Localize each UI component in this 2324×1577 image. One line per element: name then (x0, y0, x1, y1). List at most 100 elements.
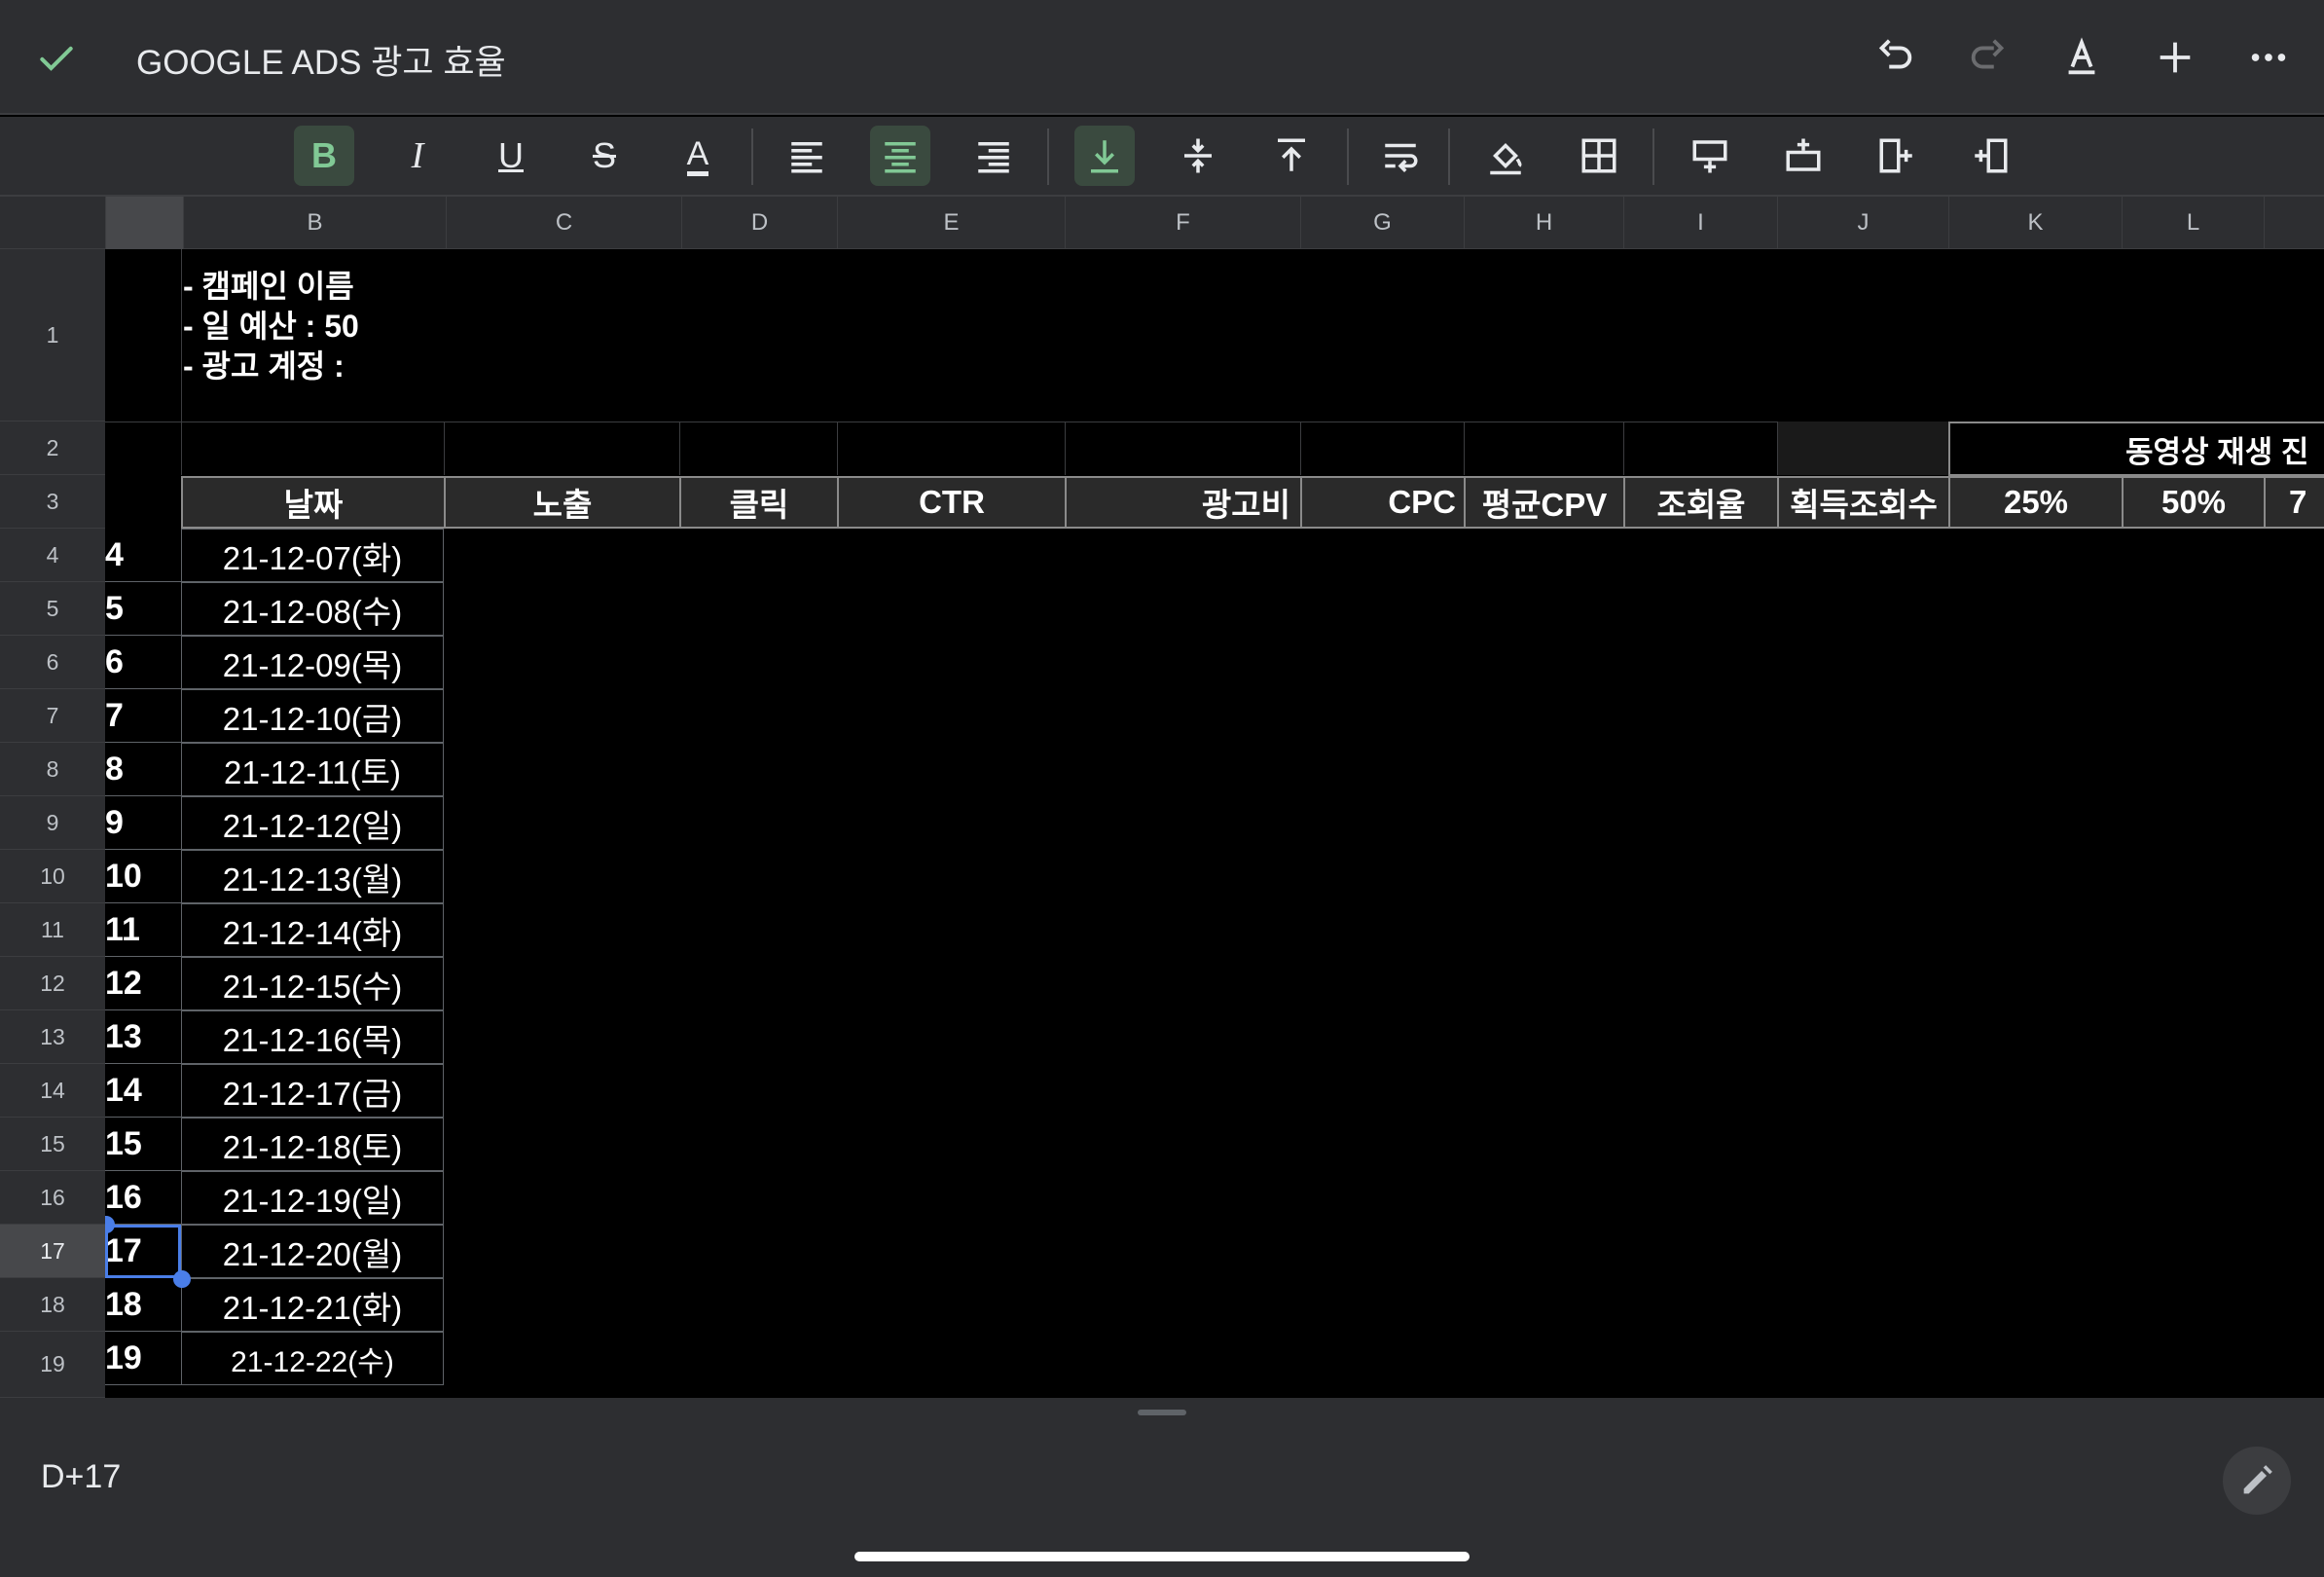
header-cell[interactable]: 평균CPV (1464, 476, 1625, 529)
row-header[interactable]: 7 (0, 689, 105, 743)
row-header[interactable]: 10 (0, 850, 105, 903)
column-header[interactable] (2264, 197, 2324, 249)
redo-icon[interactable] (1966, 35, 2011, 80)
column-header[interactable]: J (1777, 197, 1948, 249)
date-cell[interactable]: 21-12-11(토) (181, 743, 444, 796)
row-header[interactable]: 3 (0, 475, 105, 529)
row-header[interactable]: 13 (0, 1010, 105, 1064)
column-header[interactable]: F (1065, 197, 1300, 249)
date-cell[interactable]: 21-12-09(목) (181, 636, 444, 689)
date-cell[interactable]: 21-12-20(월) (181, 1225, 444, 1278)
row-header[interactable]: 4 (0, 529, 105, 582)
date-cell[interactable]: 21-12-13(월) (181, 850, 444, 903)
cell-a[interactable]: 6 (105, 636, 181, 689)
cell-a[interactable]: 9 (105, 796, 181, 850)
row-header[interactable]: 18 (0, 1278, 105, 1332)
date-cell[interactable]: 21-12-22(수) (181, 1332, 444, 1385)
more-icon[interactable] (2246, 35, 2291, 80)
add-icon[interactable] (2153, 35, 2197, 80)
column-header-a[interactable] (105, 197, 183, 249)
check-icon[interactable] (35, 37, 78, 80)
date-cell[interactable]: 21-12-16(목) (181, 1010, 444, 1064)
cell-a[interactable]: 13 (105, 1010, 181, 1064)
valign-top-button[interactable] (1261, 126, 1322, 186)
bold-button[interactable]: B (294, 126, 354, 186)
row-header[interactable]: 8 (0, 743, 105, 796)
header-cell[interactable]: 노출 (444, 476, 681, 529)
insert-col-left-button[interactable] (1867, 126, 1927, 186)
underline-button[interactable]: U (481, 126, 541, 186)
campaign-info-cell[interactable]: - 캠페인 이름 - 일 예산 : 50 - 광고 계정 : (183, 267, 378, 386)
row-header[interactable]: 2 (0, 422, 105, 475)
selection-handle-bottom[interactable] (173, 1270, 191, 1288)
date-cell[interactable]: 21-12-07(화) (181, 529, 444, 582)
group-header-cell[interactable]: 동영상 재생 진 (1948, 422, 2324, 476)
align-left-button[interactable] (777, 126, 837, 186)
undo-icon[interactable] (1872, 35, 1917, 80)
drag-handle[interactable] (1138, 1410, 1186, 1415)
row-header[interactable]: 1 (0, 249, 105, 422)
row-header[interactable]: 9 (0, 796, 105, 850)
align-right-button[interactable] (963, 126, 1024, 186)
cell-a[interactable]: 15 (105, 1118, 181, 1171)
row-header[interactable]: 12 (0, 957, 105, 1010)
date-cell[interactable]: 21-12-10(금) (181, 689, 444, 743)
cell-a[interactable]: 18 (105, 1278, 181, 1332)
insert-row-below-button[interactable] (1773, 126, 1834, 186)
date-cell[interactable]: 21-12-15(수) (181, 957, 444, 1010)
cell-a[interactable]: 7 (105, 689, 181, 743)
date-cell[interactable]: 21-12-18(토) (181, 1118, 444, 1171)
insert-col-right-button[interactable] (1960, 126, 2020, 186)
column-header[interactable]: B (183, 197, 446, 249)
row-header[interactable]: 16 (0, 1171, 105, 1225)
row-header[interactable]: 5 (0, 582, 105, 636)
row-header[interactable]: 15 (0, 1118, 105, 1171)
column-header[interactable]: I (1623, 197, 1777, 249)
document-title[interactable]: GOOGLE ADS 광고 효율 (136, 35, 506, 85)
corner-cell[interactable] (0, 197, 105, 249)
header-cell[interactable]: 획득조회수 (1777, 476, 1950, 529)
header-cell[interactable]: 광고비 (1065, 476, 1302, 529)
formula-value[interactable]: D+17 (41, 1458, 121, 1496)
valign-bottom-button[interactable] (1074, 126, 1135, 186)
header-cell[interactable]: CTR (837, 476, 1067, 529)
row-header[interactable]: 6 (0, 636, 105, 689)
strikethrough-button[interactable]: S (574, 126, 635, 186)
cell-a[interactable]: 19 (105, 1332, 181, 1385)
row-header-selected[interactable]: 17 (0, 1225, 105, 1278)
date-cell[interactable]: 21-12-12(일) (181, 796, 444, 850)
row-header[interactable]: 11 (0, 903, 105, 957)
cell-a-selected[interactable]: 17 (105, 1225, 181, 1278)
fill-color-button[interactable] (1475, 126, 1536, 186)
align-center-button[interactable] (870, 126, 930, 186)
header-cell[interactable]: 클릭 (679, 476, 839, 529)
cell-a[interactable]: 16 (105, 1171, 181, 1225)
cell-a[interactable]: 12 (105, 957, 181, 1010)
date-cell[interactable]: 21-12-17(금) (181, 1064, 444, 1118)
cell-a[interactable]: 5 (105, 582, 181, 636)
column-header[interactable]: G (1300, 197, 1464, 249)
insert-row-above-button[interactable] (1680, 126, 1740, 186)
header-cell[interactable]: 50% (2122, 476, 2266, 529)
column-header[interactable]: C (446, 197, 681, 249)
row-header[interactable]: 19 (0, 1332, 105, 1398)
column-header[interactable]: D (681, 197, 837, 249)
edit-button[interactable] (2223, 1447, 2291, 1515)
column-header[interactable]: H (1464, 197, 1623, 249)
wrap-button[interactable] (1370, 126, 1431, 186)
header-cell-date[interactable]: 날짜 (181, 476, 446, 529)
header-cell[interactable]: 25% (1948, 476, 2124, 529)
column-header[interactable]: K (1948, 197, 2122, 249)
sheet-grid[interactable]: - 캠페인 이름 - 일 예산 : 50 - 광고 계정 : 동영상 재생 진 … (105, 249, 2324, 1398)
cell-a[interactable]: 14 (105, 1064, 181, 1118)
valign-middle-button[interactable] (1168, 126, 1228, 186)
date-cell[interactable]: 21-12-19(일) (181, 1171, 444, 1225)
text-color-button[interactable]: A (668, 126, 728, 186)
row-header[interactable]: 14 (0, 1064, 105, 1118)
cell-a[interactable]: 4 (105, 529, 181, 582)
column-header[interactable]: L (2122, 197, 2264, 249)
cell-a[interactable]: 11 (105, 903, 181, 957)
borders-button[interactable] (1569, 126, 1629, 186)
date-cell[interactable]: 21-12-21(화) (181, 1278, 444, 1332)
header-cell[interactable]: 조회율 (1623, 476, 1779, 529)
